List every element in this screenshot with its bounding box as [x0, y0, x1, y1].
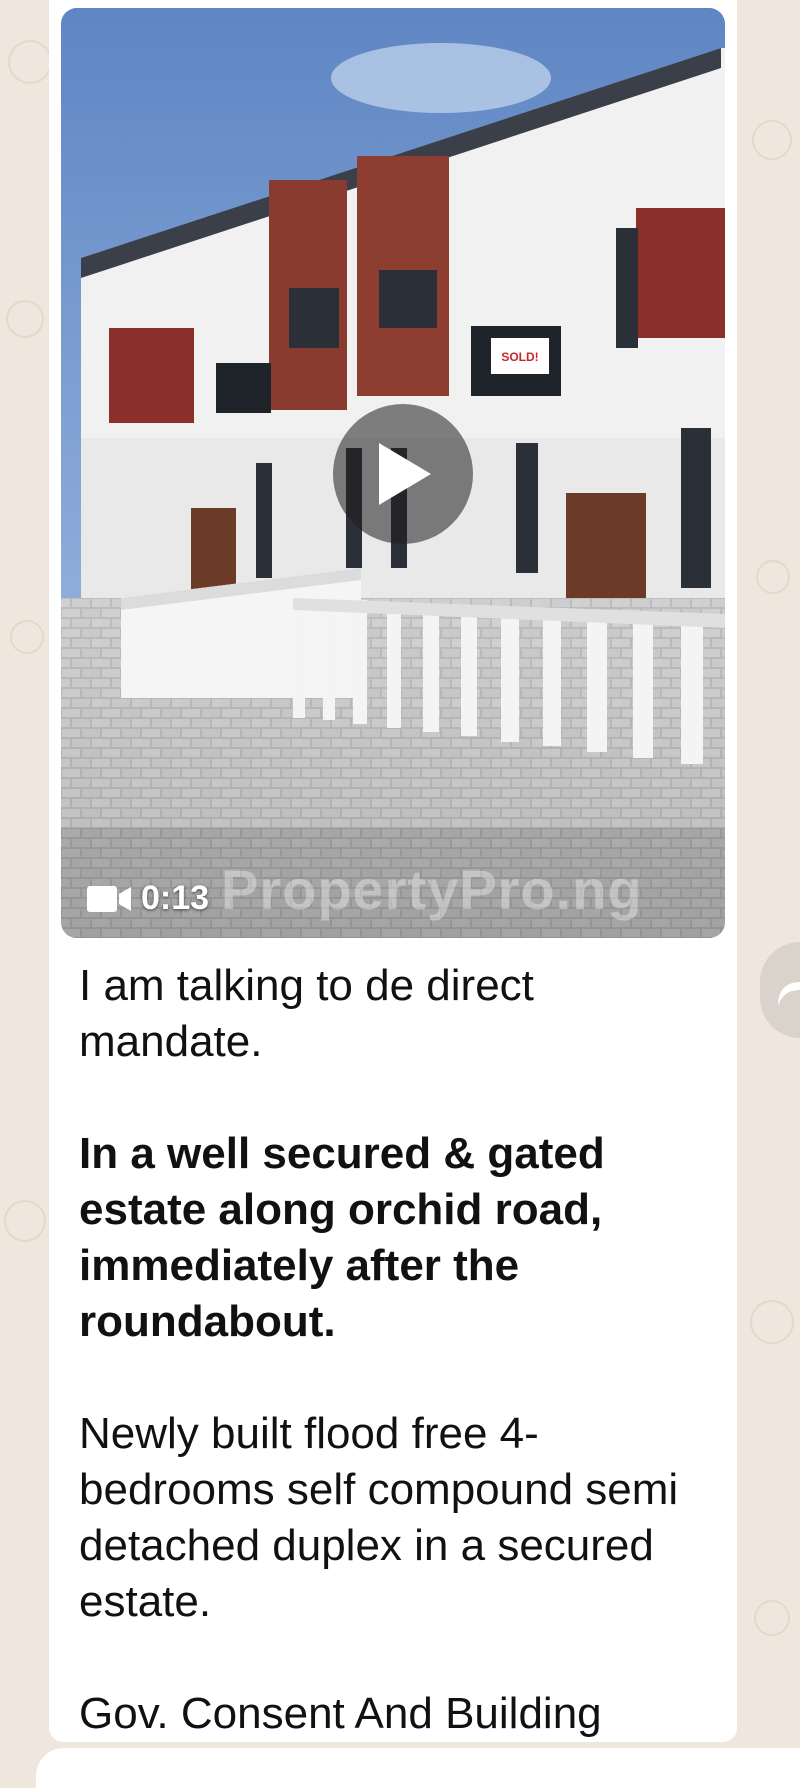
watermark: PropertyPro.ng [221, 858, 643, 921]
caption-line1: I am talking to de direct mandate. [79, 961, 534, 1066]
sold-sign: SOLD! [501, 350, 538, 364]
duration-text: 0:13 [141, 879, 210, 917]
bottom-panel [36, 1748, 800, 1788]
play-icon [379, 443, 431, 505]
video-camera-icon [87, 885, 131, 912]
caption-bold-paragraph: In a well secured & gated estate along o… [79, 1129, 605, 1346]
message-text: I am talking to de direct mandate. In a … [79, 958, 709, 1742]
forward-button[interactable] [760, 942, 800, 1038]
video-duration: 0:13 [87, 879, 209, 918]
message-bubble[interactable]: SOLD! PropertyPro.ng 0:13 I am talking t… [49, 0, 737, 1742]
caption-paragraph-2: Newly built flood free 4-bedrooms self c… [79, 1409, 679, 1626]
caption-paragraph-3: Gov. Consent And Building [79, 1689, 602, 1738]
forward-icon [778, 974, 800, 1006]
play-button[interactable] [333, 404, 473, 544]
video-thumbnail[interactable]: SOLD! PropertyPro.ng 0:13 [61, 8, 725, 938]
